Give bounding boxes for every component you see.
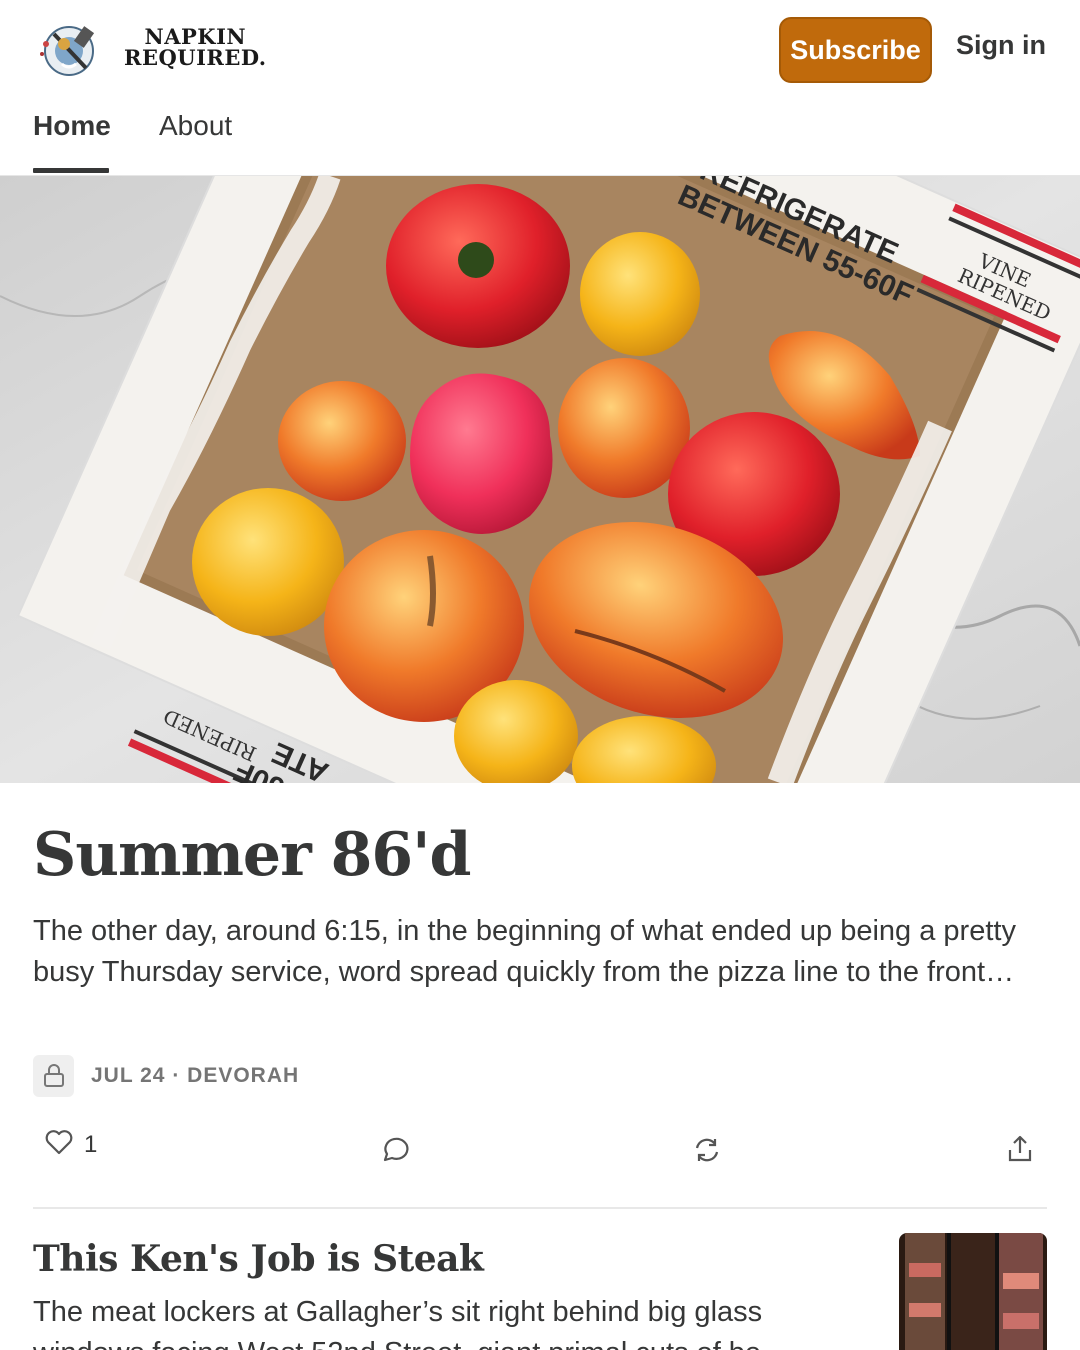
tab-about[interactable]: About [159, 110, 232, 142]
post-date-author: JUL 24 · DEVORAH [91, 1064, 300, 1087]
restack-icon [692, 1136, 722, 1169]
like-count: 1 [84, 1130, 98, 1158]
post-excerpt-2[interactable]: The meat lockers at Gallagher’s sit righ… [33, 1292, 853, 1350]
post-thumbnail-2[interactable] [899, 1233, 1047, 1350]
heart-icon [44, 1128, 74, 1161]
share-button[interactable] [1006, 1134, 1034, 1169]
restack-button[interactable] [692, 1136, 722, 1169]
logo-line-1: NAPKIN [144, 24, 247, 49]
subscribe-button[interactable]: Subscribe [779, 17, 932, 83]
comment-icon [380, 1136, 410, 1169]
tab-home[interactable]: Home [33, 110, 111, 142]
logo-wordmark[interactable]: NAPKIN REQUIRED. [124, 26, 267, 68]
post-title-2[interactable]: This Ken's Job is Steak [33, 1238, 484, 1280]
post-excerpt[interactable]: The other day, around 6:15, in the begin… [33, 911, 1043, 993]
post-title[interactable]: Summer 86'd [33, 820, 471, 890]
active-tab-indicator [33, 168, 109, 173]
sign-in-link[interactable]: Sign in [956, 30, 1046, 61]
like-button[interactable]: 1 [44, 1128, 97, 1161]
post-meta: JUL 24 · DEVORAH [33, 1055, 299, 1097]
comment-button[interactable] [380, 1136, 410, 1169]
site-header: NAPKIN REQUIRED. Subscribe Sign in [0, 0, 1080, 98]
logo-icon[interactable] [34, 20, 104, 80]
post-divider [33, 1207, 1047, 1209]
lock-icon [33, 1055, 74, 1097]
hero-image[interactable]: REFRIGERATE BETWEEN 55-60F VINE RIPENED … [0, 176, 1080, 783]
post-actions: 1 [0, 1128, 1080, 1172]
share-icon [1006, 1134, 1034, 1169]
nav-tabs: Home About [0, 98, 1080, 176]
logo-line-2: REQUIRED. [124, 45, 267, 70]
